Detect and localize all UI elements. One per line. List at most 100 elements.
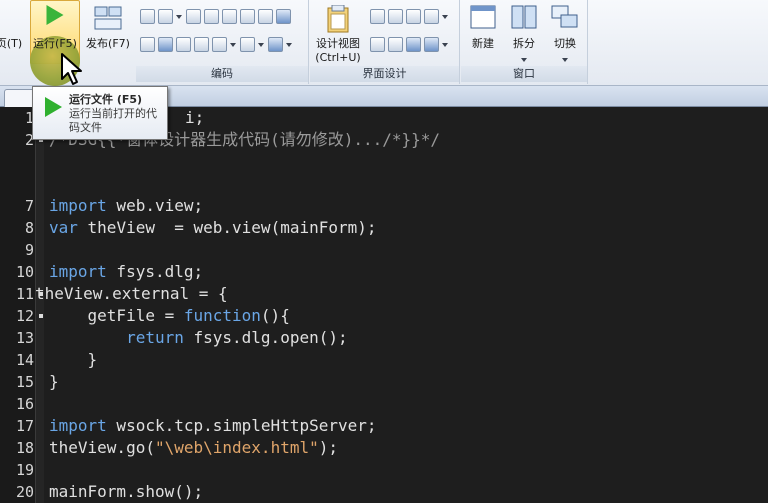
code-line[interactable]: 18 theView.go("\web\index.html");: [0, 437, 768, 459]
publish-icon: [93, 5, 123, 34]
code-token: theView.go(: [49, 438, 155, 457]
keyword-token: function: [183, 306, 261, 325]
code-text: import web.view;: [49, 195, 203, 217]
code-line[interactable]: 17 import wsock.tcp.simpleHttpServer;: [0, 415, 768, 437]
code-line[interactable]: 10 import fsys.dlg;: [0, 261, 768, 283]
code-line[interactable]: 8 var theView = web.view(mainForm);: [0, 217, 768, 239]
align-left-icon[interactable]: [370, 9, 385, 24]
chevron-down-icon[interactable]: [176, 9, 183, 24]
code-line[interactable]: [0, 173, 768, 195]
chevron-down-icon[interactable]: [286, 37, 293, 52]
bookmark-icon[interactable]: [176, 37, 191, 52]
line-number: 7: [24, 197, 34, 215]
outdent-icon[interactable]: [240, 9, 255, 24]
line-number: 9: [24, 241, 34, 259]
chevron-down-icon[interactable]: [562, 52, 569, 67]
code-line[interactable]: 13 return fsys.dlg.open();: [0, 327, 768, 349]
replace-icon[interactable]: [276, 9, 291, 24]
code-line[interactable]: 11 theView.external = {: [0, 283, 768, 305]
chevron-down-icon[interactable]: [442, 9, 449, 24]
redo-icon[interactable]: [240, 37, 255, 52]
switch-button[interactable]: 切换: [545, 2, 585, 64]
chevron-down-icon[interactable]: [521, 52, 528, 67]
new-button[interactable]: 新建: [463, 2, 503, 64]
cut-icon[interactable]: [140, 9, 155, 24]
code-token: (){: [260, 306, 290, 325]
anchor-icon[interactable]: [424, 37, 439, 52]
code-token: fsys.dlg;: [106, 262, 204, 281]
string-token: "\web\index.html": [154, 438, 319, 457]
find-icon[interactable]: [268, 37, 283, 52]
publish-label: 发布(F7): [86, 37, 130, 50]
tooltip-title: 运行文件 (F5): [69, 93, 143, 106]
indent-icon[interactable]: [222, 9, 237, 24]
encoding-row-2: [140, 35, 293, 55]
publish-button[interactable]: 发布(F7): [82, 2, 134, 64]
split-label: 拆分: [513, 37, 535, 50]
encoding-row-1: [140, 7, 291, 27]
code-line[interactable]: 12 getFile = function(){: [0, 305, 768, 327]
undo-icon[interactable]: [212, 37, 227, 52]
copy-icon[interactable]: [158, 9, 173, 24]
line-number: 1: [24, 109, 34, 127]
run-label: 运行(F5): [33, 37, 77, 50]
code-line[interactable]: 14 }: [0, 349, 768, 371]
grid-icon[interactable]: [388, 37, 403, 52]
code-line[interactable]: 16: [0, 393, 768, 415]
window-group-label: 窗口: [461, 66, 587, 82]
code-text: theView.external = {: [35, 283, 228, 305]
code-line[interactable]: 15}: [0, 371, 768, 393]
line-number: 2: [24, 131, 34, 149]
code-line[interactable]: 20 mainForm.show();: [0, 481, 768, 503]
chevron-down-icon[interactable]: [442, 37, 449, 52]
run-tooltip: 运行文件 (F5) 运行当前打开的代码文件: [32, 86, 168, 140]
format-icon[interactable]: [258, 9, 273, 24]
frame-icon[interactable]: [370, 37, 385, 52]
delete-icon[interactable]: [194, 37, 209, 52]
fold-marker-icon[interactable]: [39, 314, 43, 318]
layer-icon[interactable]: [424, 9, 439, 24]
line-number: 18: [15, 439, 34, 457]
line-number: 10: [15, 263, 34, 281]
comment-icon[interactable]: [140, 37, 155, 52]
align-center-icon[interactable]: [388, 9, 403, 24]
ui-design-group-label: 界面设计: [310, 66, 459, 82]
design-view-shortcut: (Ctrl+U): [315, 51, 361, 64]
chevron-down-icon[interactable]: [258, 37, 265, 52]
keyword-token: import: [49, 196, 107, 215]
code-token: }: [49, 372, 59, 391]
partial-left-button[interactable]: 页(T): [0, 2, 24, 64]
code-token: mainForm.show();: [49, 482, 204, 501]
code-token: wsock.tcp.simpleHttpServer;: [106, 416, 377, 435]
code-line[interactable]: 7 import web.view;: [0, 195, 768, 217]
tooltip-description: 运行当前打开的代码文件: [69, 107, 157, 134]
code-line[interactable]: [0, 151, 768, 173]
switch-label: 切换: [554, 37, 576, 50]
pin-icon[interactable]: [406, 37, 421, 52]
window-group: 新建 拆分 切换 窗口: [461, 0, 588, 84]
ui-row-1: [370, 7, 449, 27]
code-text: return fsys.dlg.open();: [49, 327, 348, 349]
code-text: import wsock.tcp.simpleHttpServer;: [49, 415, 377, 437]
code-token: );: [318, 438, 338, 457]
line-number: 17: [15, 417, 34, 435]
play-icon: [46, 5, 64, 25]
design-view-button[interactable]: 设计视图 (Ctrl+U): [310, 2, 366, 64]
line-number: 16: [15, 395, 34, 413]
new-window-icon: [470, 5, 496, 32]
uncomment-icon[interactable]: [158, 37, 173, 52]
chevron-down-icon[interactable]: [230, 37, 237, 52]
code-editor[interactable]: 1 i; 2/*DSG{{*窗体设计器生成代码(请勿修改).../*}}*/7 imp…: [0, 107, 768, 503]
line-number: 20: [15, 483, 34, 501]
code-text: theView.go("\web\index.html");: [49, 437, 338, 459]
align-right-icon[interactable]: [406, 9, 421, 24]
split-icon: [511, 5, 537, 32]
paste-icon[interactable]: [186, 9, 201, 24]
code-line[interactable]: 9: [0, 239, 768, 261]
code-token: i;: [185, 108, 205, 127]
split-button[interactable]: 拆分: [505, 2, 543, 64]
code-line[interactable]: 19: [0, 459, 768, 481]
switch-icon: [551, 5, 579, 32]
select-icon[interactable]: [204, 9, 219, 24]
line-number: 12: [15, 307, 34, 325]
